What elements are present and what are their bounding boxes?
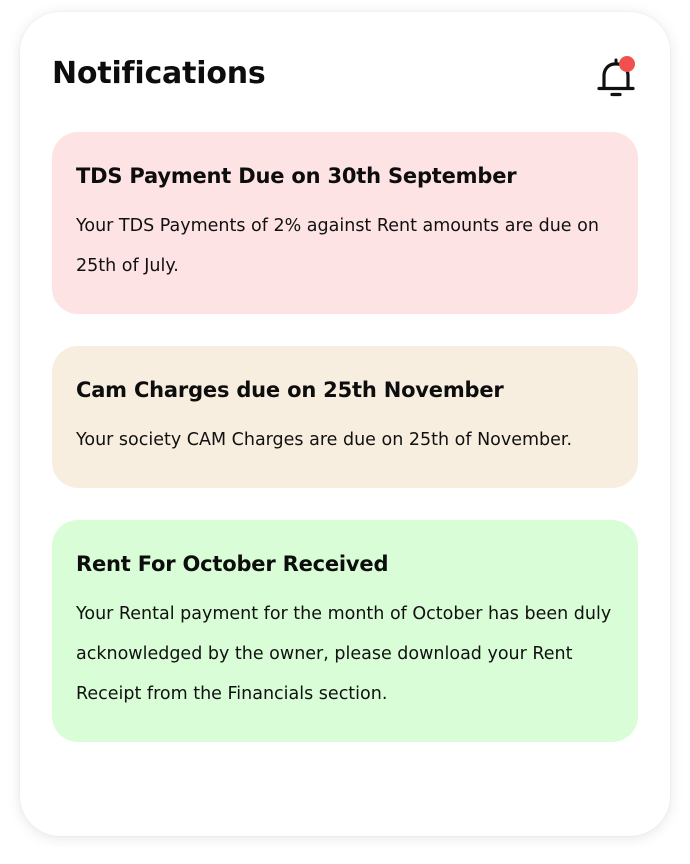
notification-body: Your Rental payment for the month of Oct… [76, 604, 612, 704]
notifications-panel: Notifications TDS Payment Due on 30th Se… [20, 12, 670, 836]
panel-header: Notifications [52, 52, 638, 100]
page-title: Notifications [52, 56, 266, 91]
notification-body: Your TDS Payments of 2% against Rent amo… [76, 216, 599, 276]
notification-title: Cam Charges due on 25th November [76, 378, 504, 402]
notification-card-cam[interactable]: Cam Charges due on 25th November Your so… [52, 346, 638, 488]
notification-card-tds[interactable]: TDS Payment Due on 30th September Your T… [52, 132, 638, 314]
unread-dot [619, 56, 635, 72]
notification-card-rent[interactable]: Rent For October Received Your Rental pa… [52, 520, 638, 742]
bell-icon[interactable] [594, 54, 638, 100]
notification-body: Your society CAM Charges are due on 25th… [76, 430, 573, 450]
notification-title: TDS Payment Due on 30th September [76, 164, 517, 188]
notification-list: TDS Payment Due on 30th September Your T… [52, 132, 638, 774]
notification-title: Rent For October Received [76, 552, 389, 576]
